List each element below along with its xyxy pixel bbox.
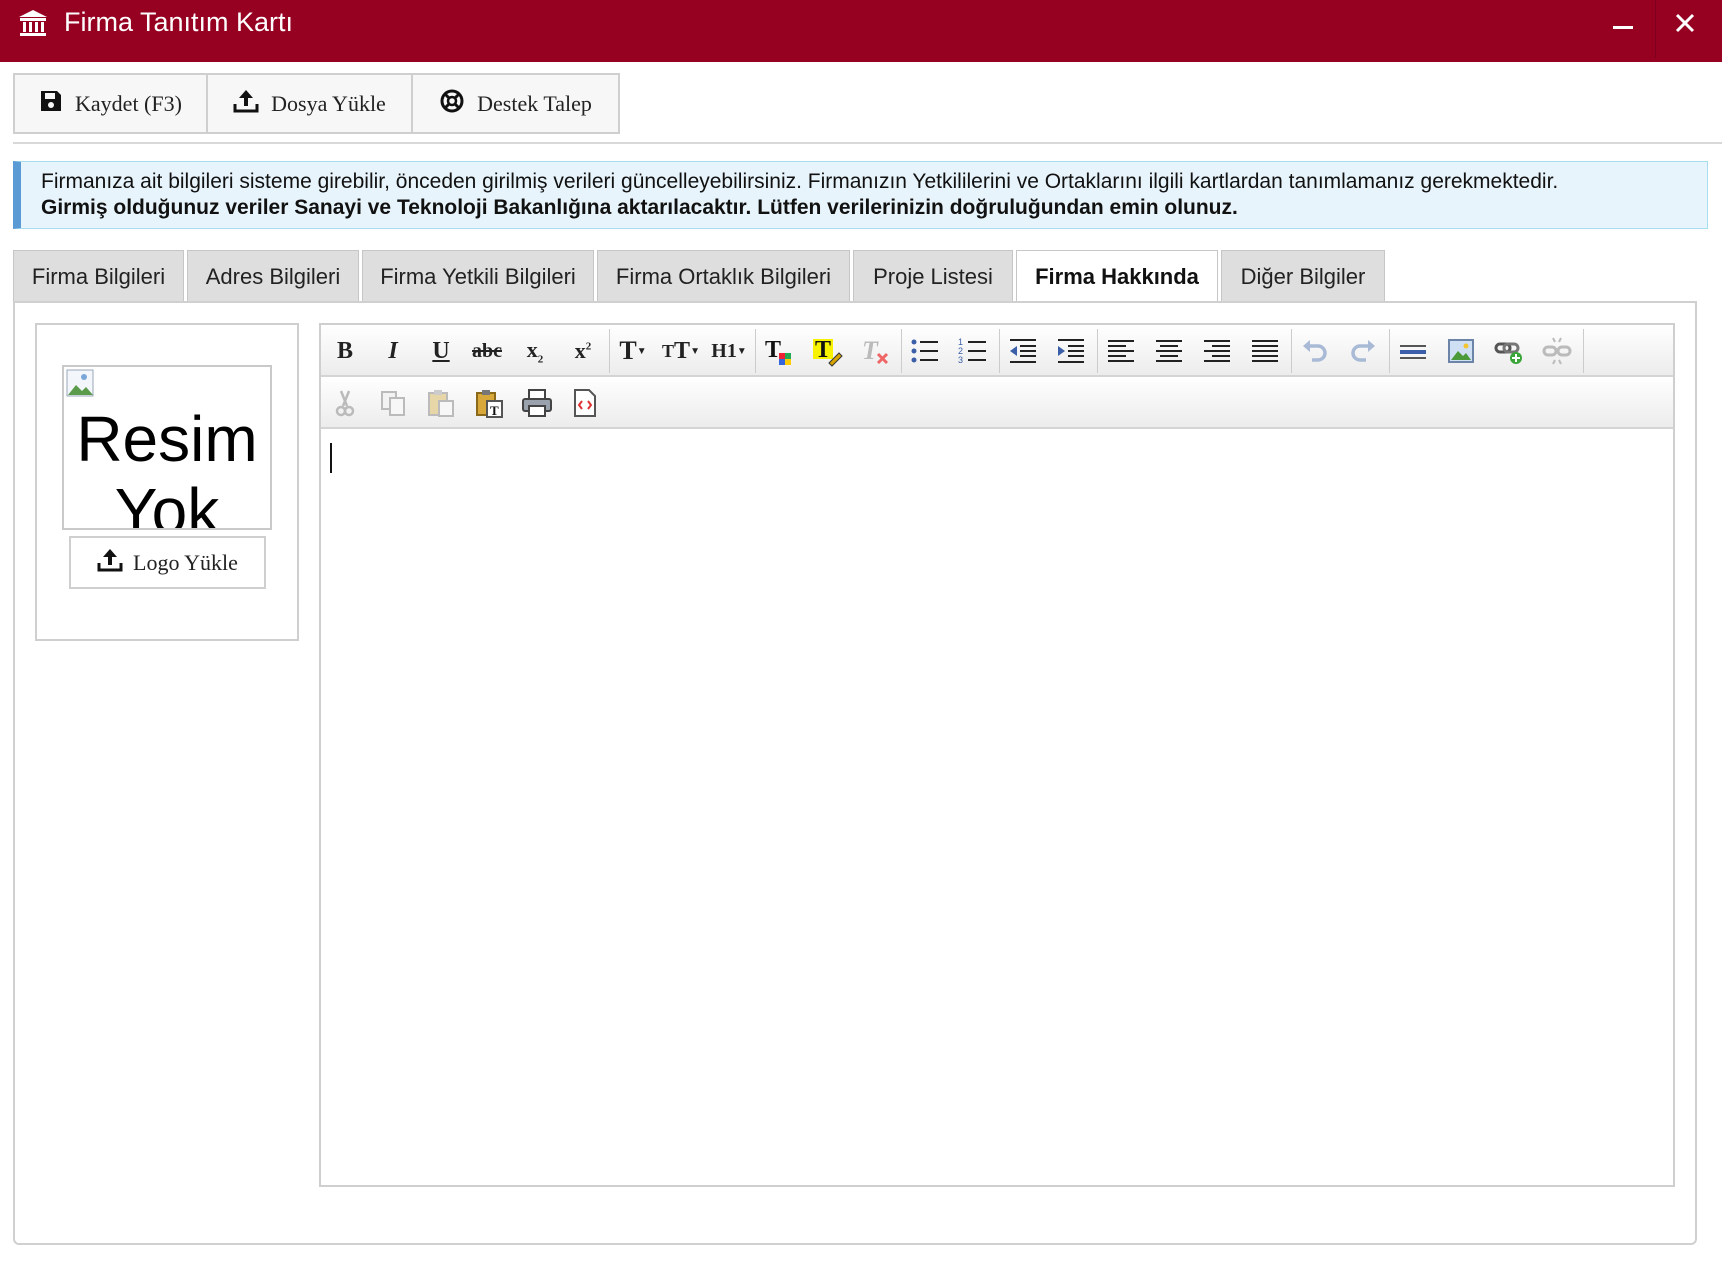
bullet-list-icon[interactable] — [907, 334, 943, 368]
window-title: Firma Tanıtım Kartı — [64, 7, 294, 37]
upload-label: Dosya Yükle — [271, 90, 386, 116]
toolbar-separator — [1583, 329, 1584, 373]
svg-text:T: T — [765, 337, 781, 363]
tab-firma-ortaklik-bilgileri[interactable]: Firma Ortaklık Bilgileri — [597, 250, 850, 302]
paste-icon[interactable] — [423, 386, 459, 420]
svg-text:3: 3 — [958, 355, 963, 365]
svg-text:T: T — [490, 403, 499, 418]
close-icon — [1675, 13, 1695, 38]
toolbar-separator — [1097, 329, 1098, 373]
file-upload-button[interactable]: Dosya Yükle — [208, 75, 413, 132]
print-icon[interactable] — [519, 386, 555, 420]
toolbar-separator — [999, 329, 1000, 373]
bank-building-icon — [18, 8, 48, 38]
source-code-icon[interactable] — [567, 386, 603, 420]
font-name-icon[interactable]: T ▼ — [615, 334, 651, 368]
minimize-icon — [1613, 13, 1633, 38]
strikethrough-icon[interactable]: abc — [469, 334, 505, 368]
rich-text-editor: B I U abc x2 x2 T▼ TT▼ H1▼ T T T 123 — [319, 323, 1675, 1187]
upload-icon — [97, 547, 123, 579]
title-bar: Firma Tanıtım Kartı — [0, 0, 1722, 62]
no-image-text: Resim Yok — [76, 403, 258, 530]
unlink-icon[interactable] — [1539, 334, 1575, 368]
tab-diger-bilgiler[interactable]: Diğer Bilgiler — [1221, 250, 1385, 302]
clear-format-icon[interactable]: T — [857, 334, 893, 368]
toolbar-separator — [755, 329, 756, 373]
lifebuoy-icon — [439, 88, 465, 120]
toolbar-divider — [13, 142, 1722, 144]
highlight-icon[interactable]: T — [809, 334, 845, 368]
paste-text-icon[interactable]: T — [471, 386, 507, 420]
minimize-button[interactable] — [1594, 0, 1652, 50]
action-toolbar: Kaydet (F3) Dosya Yükle Destek Talep — [13, 73, 620, 134]
upload-icon — [233, 88, 259, 120]
tab-firma-hakkinda[interactable]: Firma Hakkında — [1016, 250, 1218, 302]
info-alert: Firmanıza ait bilgileri sisteme girebili… — [13, 161, 1708, 229]
svg-text:T: T — [815, 337, 831, 363]
italic-icon[interactable]: I — [375, 334, 411, 368]
close-button[interactable] — [1656, 0, 1714, 50]
tab-firma-yetkili-bilgileri[interactable]: Firma Yetkili Bilgileri — [362, 250, 594, 302]
tab-adres-bilgileri[interactable]: Adres Bilgileri — [187, 250, 359, 302]
indent-icon[interactable] — [1053, 334, 1089, 368]
align-right-icon[interactable] — [1199, 334, 1235, 368]
undo-icon[interactable] — [1297, 334, 1333, 368]
editor-toolbar-row-1: B I U abc x2 x2 T ▼ T T ▼ H1 ▼ T T T 123 — [321, 325, 1673, 377]
underline-icon[interactable]: U — [423, 334, 459, 368]
toolbar-separator — [901, 329, 902, 373]
editor-toolbar-row-2: T — [321, 377, 1673, 429]
support-label: Destek Talep — [477, 90, 592, 116]
toolbar-separator — [1291, 329, 1292, 373]
logo-upload-button[interactable]: Logo Yükle — [69, 536, 266, 589]
cut-icon[interactable] — [327, 386, 363, 420]
redo-icon[interactable] — [1345, 334, 1381, 368]
save-button[interactable]: Kaydet (F3) — [15, 75, 208, 132]
subscript-icon[interactable]: x2 — [517, 334, 553, 368]
toolbar-separator — [609, 329, 610, 373]
logo-upload-label: Logo Yükle — [133, 549, 238, 575]
tab-bar: Firma Bilgileri Adres Bilgileri Firma Ye… — [13, 250, 1388, 302]
tab-firma-bilgileri[interactable]: Firma Bilgileri — [13, 250, 184, 302]
font-color-icon[interactable]: T — [761, 334, 797, 368]
insert-link-icon[interactable] — [1491, 334, 1527, 368]
superscript-icon[interactable]: x2 — [565, 334, 601, 368]
support-request-button[interactable]: Destek Talep — [413, 75, 618, 132]
numbered-list-icon[interactable]: 123 — [955, 334, 991, 368]
save-label: Kaydet (F3) — [75, 90, 182, 116]
bold-icon[interactable]: B — [327, 334, 363, 368]
insert-image-icon[interactable] — [1443, 334, 1479, 368]
toolbar-separator — [1389, 329, 1390, 373]
tab-proje-listesi[interactable]: Proje Listesi — [853, 250, 1013, 302]
save-icon — [39, 89, 63, 119]
align-left-icon[interactable] — [1103, 334, 1139, 368]
horizontal-rule-icon[interactable] — [1395, 334, 1431, 368]
alert-line-2: Girmiş olduğunuz veriler Sanayi ve Tekno… — [41, 196, 1238, 219]
copy-icon[interactable] — [375, 386, 411, 420]
alert-line-1: Firmanıza ait bilgileri sisteme girebili… — [41, 170, 1559, 193]
heading-icon[interactable]: H1 ▼ — [711, 334, 747, 368]
font-size-icon[interactable]: T T ▼ — [662, 334, 700, 368]
editor-content-area[interactable] — [321, 429, 1673, 1185]
text-caret — [330, 443, 332, 473]
svg-text:T: T — [862, 336, 879, 365]
align-center-icon[interactable] — [1151, 334, 1187, 368]
justify-icon[interactable] — [1247, 334, 1283, 368]
broken-image-icon — [66, 369, 96, 399]
logo-image: Resim Yok — [62, 365, 272, 530]
outdent-icon[interactable] — [1005, 334, 1041, 368]
